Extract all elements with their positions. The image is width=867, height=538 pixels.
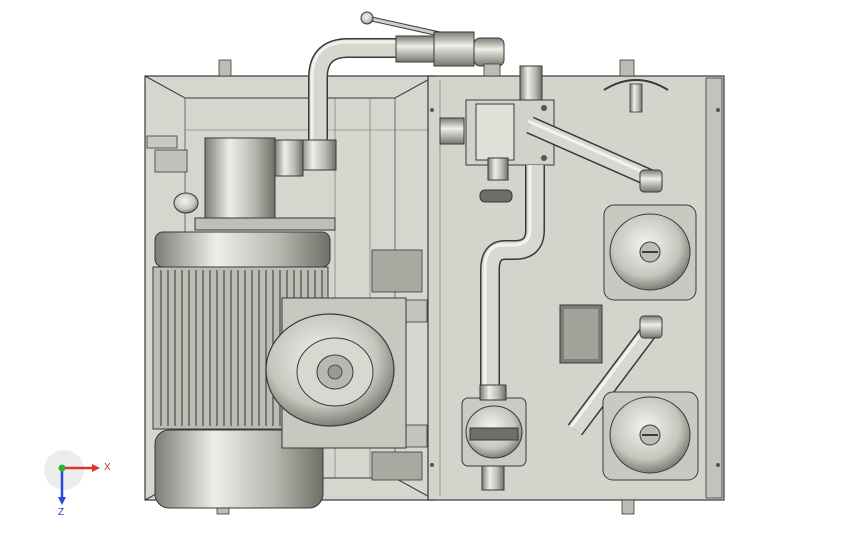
triad-z-label: Z	[58, 507, 64, 518]
filter-upper	[603, 204, 697, 301]
filter-lower	[602, 391, 699, 481]
triad-y-dot	[58, 464, 66, 472]
triad-x-label: X	[104, 462, 111, 473]
pump-coupling	[265, 297, 407, 449]
triad-z-arrow	[58, 497, 66, 505]
cad-viewport[interactable]: X Z	[0, 0, 867, 533]
triad-x-arrow	[92, 464, 100, 472]
coordinate-triad: X Z	[44, 450, 111, 518]
hydraulic-unit-drawing: X Z	[44, 11, 725, 518]
